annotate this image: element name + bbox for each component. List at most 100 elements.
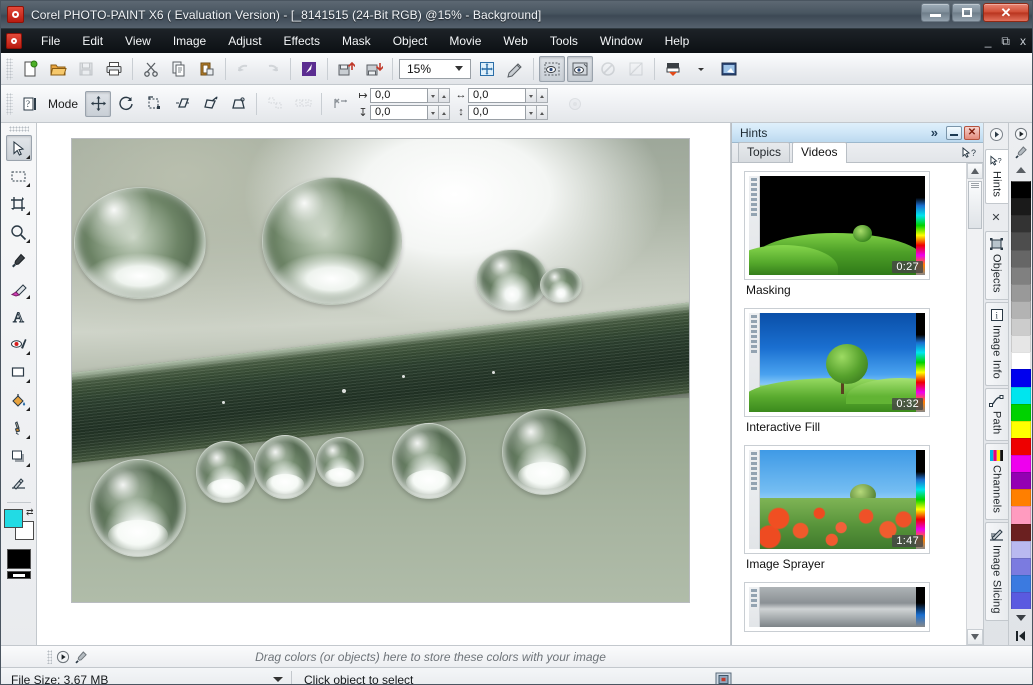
color-swatch[interactable] [1010,540,1031,558]
object-distort-mode[interactable] [197,91,223,117]
window-maximize-button[interactable] [952,3,981,22]
scrollbar-thumb[interactable] [968,181,982,229]
object-properties-button[interactable] [562,91,588,117]
mask-rectangle-tool[interactable] [6,163,32,189]
distribute-objects-button[interactable] [290,91,316,117]
chevron-down-icon[interactable] [273,677,283,682]
palette-home-icon[interactable] [1012,628,1030,644]
color-swatch[interactable] [1010,318,1031,336]
close-docker-rail-icon[interactable]: ✕ [987,208,1006,227]
file-size-area[interactable]: File Size: 3.67 MB [1,673,291,684]
save-button[interactable] [73,56,99,82]
menu-mask[interactable]: Mask [331,31,382,51]
flyout-arrow-icon[interactable] [25,183,30,187]
scroll-up-icon[interactable] [967,163,983,179]
color-control[interactable]: ⇄ [3,507,34,543]
sidebar-item-image-info[interactable]: i Image Info [984,301,1008,386]
image-color-strip[interactable]: Drag colors (or objects) here to store t… [1,645,1032,667]
menu-effects[interactable]: Effects [273,31,331,51]
window-minimize-button[interactable] [921,3,950,22]
color-swatch[interactable] [1010,472,1031,490]
window-close-button[interactable]: ✕ [983,3,1029,22]
fill-tool[interactable] [6,387,32,413]
color-swatch[interactable] [1010,283,1031,301]
menu-edit[interactable]: Edit [71,31,114,51]
canvas-area[interactable] [37,123,731,645]
position-x-spinners[interactable] [428,87,451,103]
position-y-field[interactable]: 0,0 [370,104,429,120]
color-swatch[interactable] [1010,335,1031,353]
invert-mask-button[interactable] [623,56,649,82]
object-rotate-mode[interactable] [113,91,139,117]
menu-file[interactable]: File [30,31,71,51]
video-card[interactable]: 0:32 [744,308,930,417]
sidebar-item-path[interactable]: Path [984,387,1008,442]
color-swatch[interactable] [1010,506,1031,524]
document-control-icon[interactable] [6,33,22,49]
color-proof-icon[interactable] [714,672,732,684]
open-button[interactable] [45,56,71,82]
import-button[interactable] [333,56,359,82]
position-y-spinners[interactable] [428,104,451,120]
close-docker-button[interactable]: ✕ [964,125,980,140]
eyedropper-icon[interactable] [73,649,89,665]
menu-image[interactable]: Image [162,31,217,51]
align-objects-button[interactable] [262,91,288,117]
mask-marquee-button[interactable] [539,55,565,82]
rail-expand-icon[interactable] [987,125,1006,144]
size-height-field[interactable]: 0,0 [468,104,527,120]
palette-scroll-up-icon[interactable] [1012,162,1030,178]
document-restore-button[interactable]: ⧉ [1001,35,1010,47]
swap-colors-icon[interactable]: ⇄ [26,507,34,518]
pointer-question-icon[interactable]: ? [962,147,979,160]
menu-help[interactable]: Help [654,31,701,51]
color-swatch[interactable] [1010,232,1031,250]
video-card[interactable]: 1:47 [744,445,930,554]
flyout-arrow-icon[interactable] [25,435,30,439]
fill-color-swatch[interactable] [6,549,31,569]
object-position-mode[interactable] [85,90,112,117]
redo-button[interactable] [259,56,285,82]
sidebar-item-channels[interactable]: Channels [984,443,1008,521]
menu-movie[interactable]: Movie [438,31,492,51]
minimize-docker-button[interactable] [946,125,962,140]
toolbox-grip[interactable] [8,126,29,132]
cut-button[interactable] [138,56,164,82]
image-adjustment-lab-button[interactable] [502,56,528,82]
colorstrip-grip[interactable] [47,649,52,664]
docker-scrollbar[interactable] [966,163,983,645]
flyout-arrow-icon[interactable] [25,351,30,355]
palette-eyedropper-icon[interactable] [1012,144,1030,160]
undo-button[interactable] [231,56,257,82]
eyedropper-tool[interactable] [6,247,32,273]
color-swatch[interactable] [1010,369,1031,387]
color-swatch[interactable] [1010,437,1031,455]
video-thumbnail[interactable]: 1:47 [749,450,925,549]
video-card[interactable]: 0:27 [744,171,930,280]
color-swatch[interactable] [1010,523,1031,541]
red-eye-removal-tool[interactable] [6,331,32,357]
scroll-down-icon[interactable] [967,629,983,645]
paste-button[interactable] [194,56,220,82]
color-swatch[interactable] [1010,352,1031,370]
anti-alias-button[interactable] [327,91,353,117]
menu-adjust[interactable]: Adjust [217,31,272,51]
color-swatch[interactable] [1010,574,1031,592]
flyout-arrow-icon[interactable] [25,239,30,243]
menu-object[interactable]: Object [382,31,439,51]
palette-play-icon[interactable] [1012,126,1030,142]
video-thumbnail[interactable] [749,587,925,627]
mask-overlay-button[interactable] [567,55,593,82]
print-button[interactable] [101,56,127,82]
color-swatch[interactable] [1010,592,1031,610]
toolbar-grip[interactable] [6,57,13,80]
zoom-tool[interactable] [6,219,32,245]
sidebar-item-hints[interactable]: ? Hints [984,149,1008,205]
pick-tool[interactable] [5,135,32,161]
color-swatch[interactable] [1010,420,1031,438]
size-width-field[interactable]: 0,0 [468,87,527,103]
drop-shadow-tool[interactable] [6,443,32,469]
color-swatch[interactable] [1010,557,1031,575]
image-canvas[interactable] [71,138,690,603]
position-x-field[interactable]: 0,0 [370,87,429,103]
